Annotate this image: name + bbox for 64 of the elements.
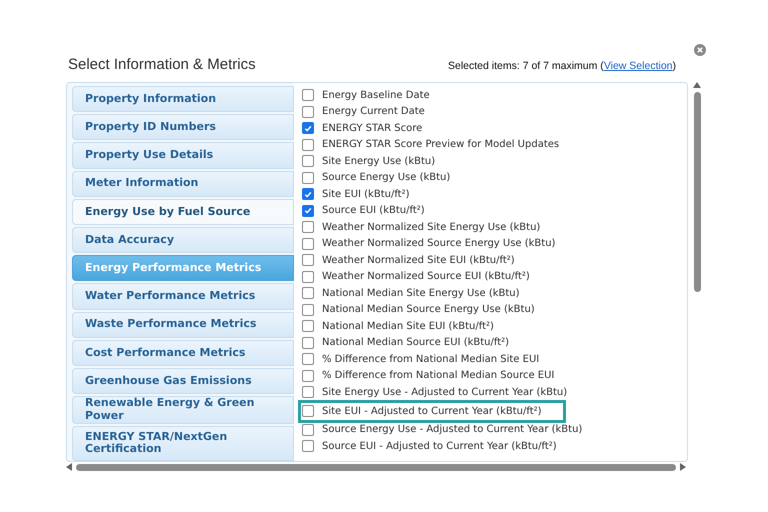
checkbox[interactable] bbox=[302, 155, 314, 168]
checkbox[interactable] bbox=[302, 188, 314, 200]
horizontal-scrollbar[interactable] bbox=[66, 463, 686, 471]
checkbox[interactable] bbox=[302, 370, 314, 382]
checkbox[interactable] bbox=[302, 320, 314, 332]
checkbox[interactable] bbox=[302, 238, 314, 250]
metric-label: ENERGY STAR Score bbox=[322, 122, 422, 134]
checkbox[interactable] bbox=[302, 440, 314, 452]
checkbox[interactable] bbox=[302, 287, 314, 300]
metric-label: ENERGY STAR Score Preview for Model Updates bbox=[322, 139, 560, 150]
checkbox[interactable] bbox=[302, 254, 314, 266]
checkbox[interactable] bbox=[302, 106, 314, 118]
checkbox[interactable] bbox=[302, 122, 314, 134]
checkbox[interactable] bbox=[302, 204, 314, 217]
scroll-up-icon[interactable] bbox=[693, 82, 701, 88]
metric-label: Site EUI - Adjusted to Current Year (kBtu/ft²) bbox=[322, 406, 542, 416]
category-tab[interactable]: ENERGY STAR/NextGen Certification bbox=[72, 426, 294, 461]
checkbox[interactable] bbox=[302, 172, 314, 184]
metric-label: Energy Baseline Date bbox=[322, 90, 430, 101]
category-tab[interactable]: Property ID Numbers bbox=[72, 114, 294, 140]
checkbox[interactable] bbox=[302, 221, 314, 234]
category-tab[interactable]: Greenhouse Gas Emissions bbox=[72, 368, 294, 394]
metric-label: National Median Site EUI (kBtu/ft²) bbox=[322, 320, 494, 332]
category-tab[interactable]: Property Information bbox=[72, 86, 294, 112]
selection-count: Selected items: 7 of 7 maximum (View Selection) bbox=[448, 60, 676, 72]
checkbox[interactable] bbox=[302, 424, 314, 436]
metric-label: % Difference from National Median Source EUI bbox=[322, 370, 554, 382]
metric-label: Energy Current Date bbox=[322, 106, 425, 118]
category-tab[interactable]: Water Performance Metrics bbox=[72, 283, 294, 310]
metric-label: National Median Site Energy Use (kBtu) bbox=[322, 288, 520, 299]
checkbox[interactable] bbox=[302, 270, 314, 283]
category-tab[interactable]: Renewable Energy & Green Power bbox=[72, 396, 294, 424]
checkbox[interactable] bbox=[302, 336, 314, 349]
dialog-title: Select Information & Metrics bbox=[68, 56, 256, 73]
checkbox[interactable] bbox=[302, 405, 314, 417]
metric-label: % Difference from National Median Site EUI bbox=[322, 354, 540, 365]
metric-label: Weather Normalized Source Energy Use (kBtu) bbox=[322, 238, 556, 250]
category-tab[interactable]: Meter Information bbox=[72, 170, 294, 197]
category-tab[interactable]: Data Accuracy bbox=[72, 227, 294, 254]
metric-label: Weather Normalized Site EUI (kBtu/ft²) bbox=[322, 254, 515, 266]
metric-label: Source EUI (kBtu/ft²) bbox=[322, 205, 425, 216]
metric-label: Weather Normalized Source EUI (kBtu/ft²) bbox=[322, 271, 530, 282]
metric-label: Site EUI (kBtu/ft²) bbox=[322, 188, 410, 200]
metric-label: Site Energy Use - Adjusted to Current Year (kBtu) bbox=[322, 386, 568, 398]
scroll-right-icon[interactable] bbox=[680, 463, 686, 471]
metric-label: National Median Source EUI (kBtu/ft²) bbox=[322, 337, 510, 348]
metric-label: National Median Source Energy Use (kBtu) bbox=[322, 304, 535, 316]
view-selection-link[interactable]: View Selection bbox=[604, 60, 672, 72]
category-tab[interactable]: Property Use Details bbox=[72, 142, 294, 169]
metric-label: Source Energy Use - Adjusted to Current Year (kBtu) bbox=[322, 424, 582, 436]
category-tab[interactable]: Cost Performance Metrics bbox=[72, 340, 294, 366]
checkbox[interactable] bbox=[302, 353, 314, 366]
close-icon[interactable] bbox=[694, 44, 706, 56]
metric-label: Weather Normalized Site Energy Use (kBtu) bbox=[322, 222, 540, 233]
metric-label: Source Energy Use (kBtu) bbox=[322, 172, 450, 184]
checkbox[interactable] bbox=[302, 89, 314, 102]
category-tab[interactable]: Energy Use by Fuel Source bbox=[72, 198, 294, 226]
checkbox[interactable] bbox=[302, 386, 314, 398]
metric-label: Source EUI - Adjusted to Current Year (kBtu/ft²) bbox=[322, 440, 557, 452]
checkbox[interactable] bbox=[302, 304, 314, 316]
metric-label: Site Energy Use (kBtu) bbox=[322, 156, 436, 167]
checkbox[interactable] bbox=[302, 138, 314, 151]
category-tab[interactable]: Waste Performance Metrics bbox=[72, 312, 294, 338]
scroll-left-icon[interactable] bbox=[66, 463, 72, 471]
